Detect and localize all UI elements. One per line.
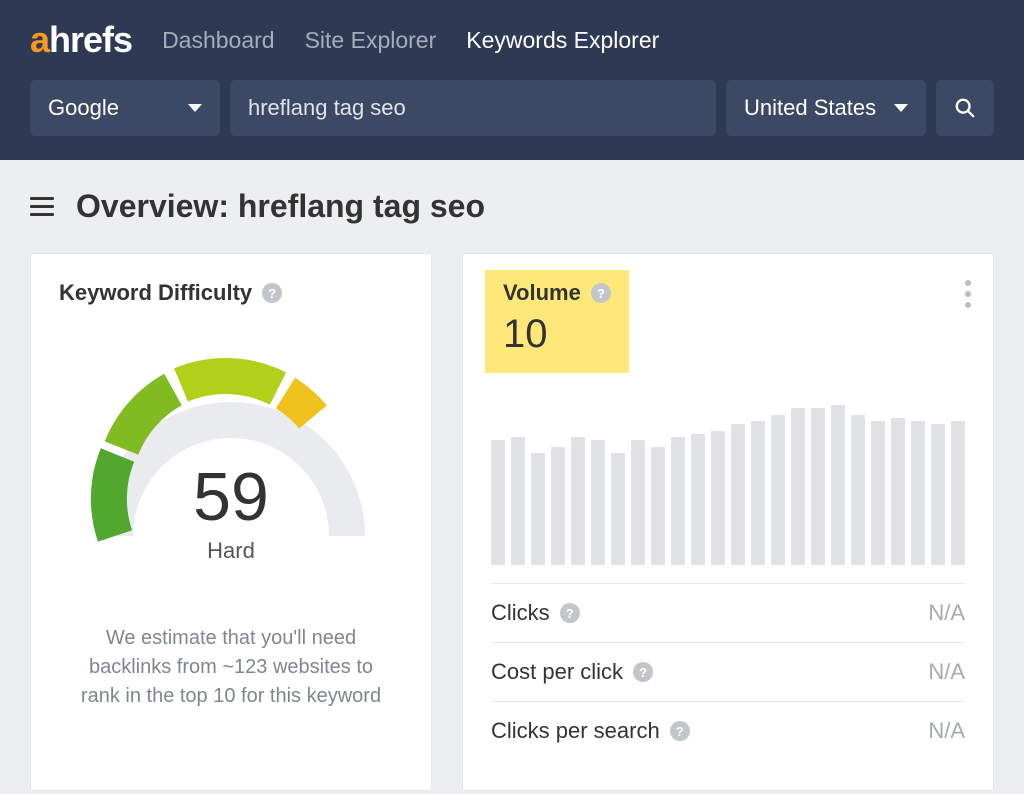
nav-keywords-explorer[interactable]: Keywords Explorer — [466, 27, 659, 54]
metric-value: N/A — [928, 718, 965, 744]
top-nav: ahrefs Dashboard Site Explorer Keywords … — [0, 0, 1024, 160]
keyword-input-wrapper[interactable] — [230, 80, 716, 136]
engine-label: Google — [48, 95, 119, 121]
help-icon[interactable]: ? — [262, 283, 282, 303]
chart-bar — [711, 431, 725, 565]
brand-rest: hrefs — [49, 19, 132, 60]
metric-value: N/A — [928, 600, 965, 626]
volume-highlight: Volume ? 10 — [485, 270, 629, 373]
page-header: Overview: hreflang tag seo — [0, 160, 1024, 243]
chart-bar — [611, 453, 625, 565]
chart-bar — [571, 437, 585, 565]
chart-bar — [651, 447, 665, 565]
chart-bar — [831, 405, 845, 565]
chart-bar — [531, 453, 545, 565]
help-icon[interactable]: ? — [560, 603, 580, 623]
metric-row: Clicks ? N/A — [491, 583, 965, 642]
chart-bar — [631, 440, 645, 565]
metric-label: Clicks ? — [491, 600, 580, 626]
country-select[interactable]: United States — [726, 80, 926, 136]
volume-trend-chart — [491, 405, 965, 565]
card-grid: Keyword Difficulty ? 59 Hard We estimate… — [0, 243, 1024, 794]
kd-estimate-text: We estimate that you'll need backlinks f… — [59, 624, 403, 711]
metric-value: N/A — [928, 659, 965, 685]
help-icon[interactable]: ? — [633, 662, 653, 682]
chart-bar — [551, 447, 565, 565]
chart-bar — [491, 440, 505, 565]
kd-gauge-wrap: 59 Hard We estimate that you'll need bac… — [59, 340, 403, 711]
help-icon[interactable]: ? — [670, 721, 690, 741]
search-row: Google United States — [30, 80, 994, 136]
volume-metrics: Clicks ? N/A Cost per click ? N/A Clicks… — [491, 583, 965, 760]
search-button[interactable] — [936, 80, 994, 136]
chart-bar — [951, 421, 965, 565]
kd-value: 59 — [81, 458, 381, 536]
menu-icon[interactable] — [30, 197, 54, 216]
kd-title: Keyword Difficulty — [59, 280, 252, 306]
more-menu-icon[interactable] — [965, 280, 971, 308]
chart-bar — [791, 408, 805, 565]
chart-bar — [891, 418, 905, 565]
search-icon — [954, 97, 976, 119]
chart-bar — [871, 421, 885, 565]
volume-value: 10 — [503, 312, 611, 357]
brand-logo[interactable]: ahrefs — [30, 19, 132, 61]
metric-label: Clicks per search ? — [491, 718, 690, 744]
chevron-down-icon — [894, 104, 908, 112]
chart-bar — [911, 421, 925, 565]
chart-bar — [591, 440, 605, 565]
chart-bar — [751, 421, 765, 565]
kd-label: Hard — [81, 538, 381, 564]
country-label: United States — [744, 95, 876, 121]
volume-card: Volume ? 10 Clicks ? N/A Cost per click … — [462, 253, 994, 791]
chevron-down-icon — [188, 104, 202, 112]
chart-bar — [671, 437, 685, 565]
chart-bar — [731, 424, 745, 565]
kd-title-row: Keyword Difficulty ? — [59, 280, 403, 306]
help-icon[interactable]: ? — [591, 283, 611, 303]
nav-row: ahrefs Dashboard Site Explorer Keywords … — [30, 0, 994, 80]
brand-prefix: a — [30, 19, 49, 60]
chart-bar — [931, 424, 945, 565]
search-engine-select[interactable]: Google — [30, 80, 220, 136]
chart-bar — [511, 437, 525, 565]
kd-gauge: 59 Hard — [81, 340, 381, 576]
metric-label: Cost per click ? — [491, 659, 653, 685]
nav-site-explorer[interactable]: Site Explorer — [305, 27, 437, 54]
chart-bar — [771, 415, 785, 565]
nav-dashboard[interactable]: Dashboard — [162, 27, 275, 54]
page-title: Overview: hreflang tag seo — [76, 188, 485, 225]
chart-bar — [811, 408, 825, 565]
chart-bar — [851, 415, 865, 565]
keyword-input[interactable] — [248, 95, 698, 121]
volume-title: Volume — [503, 280, 581, 306]
metric-row: Cost per click ? N/A — [491, 642, 965, 701]
metric-row: Clicks per search ? N/A — [491, 701, 965, 760]
keyword-difficulty-card: Keyword Difficulty ? 59 Hard We estimate… — [30, 253, 432, 791]
chart-bar — [691, 434, 705, 565]
